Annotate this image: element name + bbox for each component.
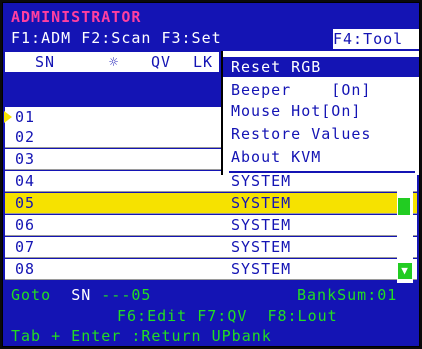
row-name: SYSTEM xyxy=(231,216,292,234)
row-name: SYSTEM xyxy=(231,194,292,212)
row-sn: 03 xyxy=(15,150,36,168)
row-sn: 04 xyxy=(15,172,36,190)
brightness-icon: ☼ xyxy=(109,53,120,71)
f1-adm-tab[interactable]: F1:ADM xyxy=(11,29,71,47)
row-name: SYSTEM xyxy=(231,260,292,278)
scroll-down-icon[interactable]: ▼ xyxy=(398,263,412,279)
kvm-osd-screen: ADMINISTRATOR F1:ADM F2:Scan F3:Set F4:T… xyxy=(2,2,420,347)
header-sn: SN xyxy=(35,53,56,71)
function-key-bar: F1:ADM F2:Scan F3:Set xyxy=(11,28,222,48)
menu-item-beeper[interactable]: Beeper [On] xyxy=(231,80,371,100)
goto-line: Goto SN ---05 xyxy=(11,285,151,305)
row-sn: 08 xyxy=(15,260,36,278)
tool-dropdown-menu: Reset RGB Beeper [On] Mouse Hot[On] Rest… xyxy=(221,51,419,175)
f6-edit-hint: F6:Edit xyxy=(117,307,188,325)
table-header: SN ☼ QV LK xyxy=(5,52,219,72)
f7-qv-hint: F7:QV xyxy=(197,307,248,325)
f4-tool-label: F4:Tool xyxy=(333,30,404,48)
menu-item-about-kvm[interactable]: About KVM xyxy=(231,147,321,167)
row-sn: 06 xyxy=(15,216,36,234)
table-row-selected[interactable]: 05 SYSTEM xyxy=(5,193,417,214)
goto-sn-label: SN xyxy=(71,286,92,304)
menu-item-mouse-hot[interactable]: Mouse Hot[On] xyxy=(231,101,361,121)
f3-set-tab[interactable]: F3:Set xyxy=(161,29,221,47)
f2-scan-tab[interactable]: F2:Scan xyxy=(81,29,151,47)
header-qv: QV xyxy=(151,53,172,71)
f4-tool-tab[interactable]: F4:Tool xyxy=(333,29,419,49)
list-scrollbar[interactable]: ▼ xyxy=(397,175,413,283)
row-sn: 05 xyxy=(15,194,36,212)
table-row[interactable]: 07 SYSTEM xyxy=(5,237,417,258)
row-sn: 02 xyxy=(15,128,36,146)
row-sn: 07 xyxy=(15,238,36,256)
banksum-indicator: BankSum:01 xyxy=(297,286,398,304)
goto-value[interactable]: ---05 xyxy=(101,286,151,304)
scrollbar-thumb[interactable] xyxy=(398,198,410,215)
header-lk: LK xyxy=(193,53,214,71)
tab-help-line: Tab + Enter :Return UPbank xyxy=(11,327,272,345)
table-row[interactable]: 08 SYSTEM xyxy=(5,259,417,280)
cursor-arrow-icon xyxy=(4,111,12,123)
function-hint-line: F6:Edit F7:QV F8:Lout xyxy=(117,306,338,326)
f8-lout-hint: F8:Lout xyxy=(267,307,338,325)
goto-label: Goto xyxy=(11,286,52,304)
row-sn: 01 xyxy=(15,108,36,126)
menu-item-reset-rgb[interactable]: Reset RGB xyxy=(231,57,321,77)
table-row[interactable]: 06 SYSTEM xyxy=(5,215,417,236)
osd-title: ADMINISTRATOR xyxy=(11,8,142,26)
menu-divider xyxy=(229,171,415,173)
menu-item-restore-values[interactable]: Restore Values xyxy=(231,124,371,144)
row-name: SYSTEM xyxy=(231,238,292,256)
